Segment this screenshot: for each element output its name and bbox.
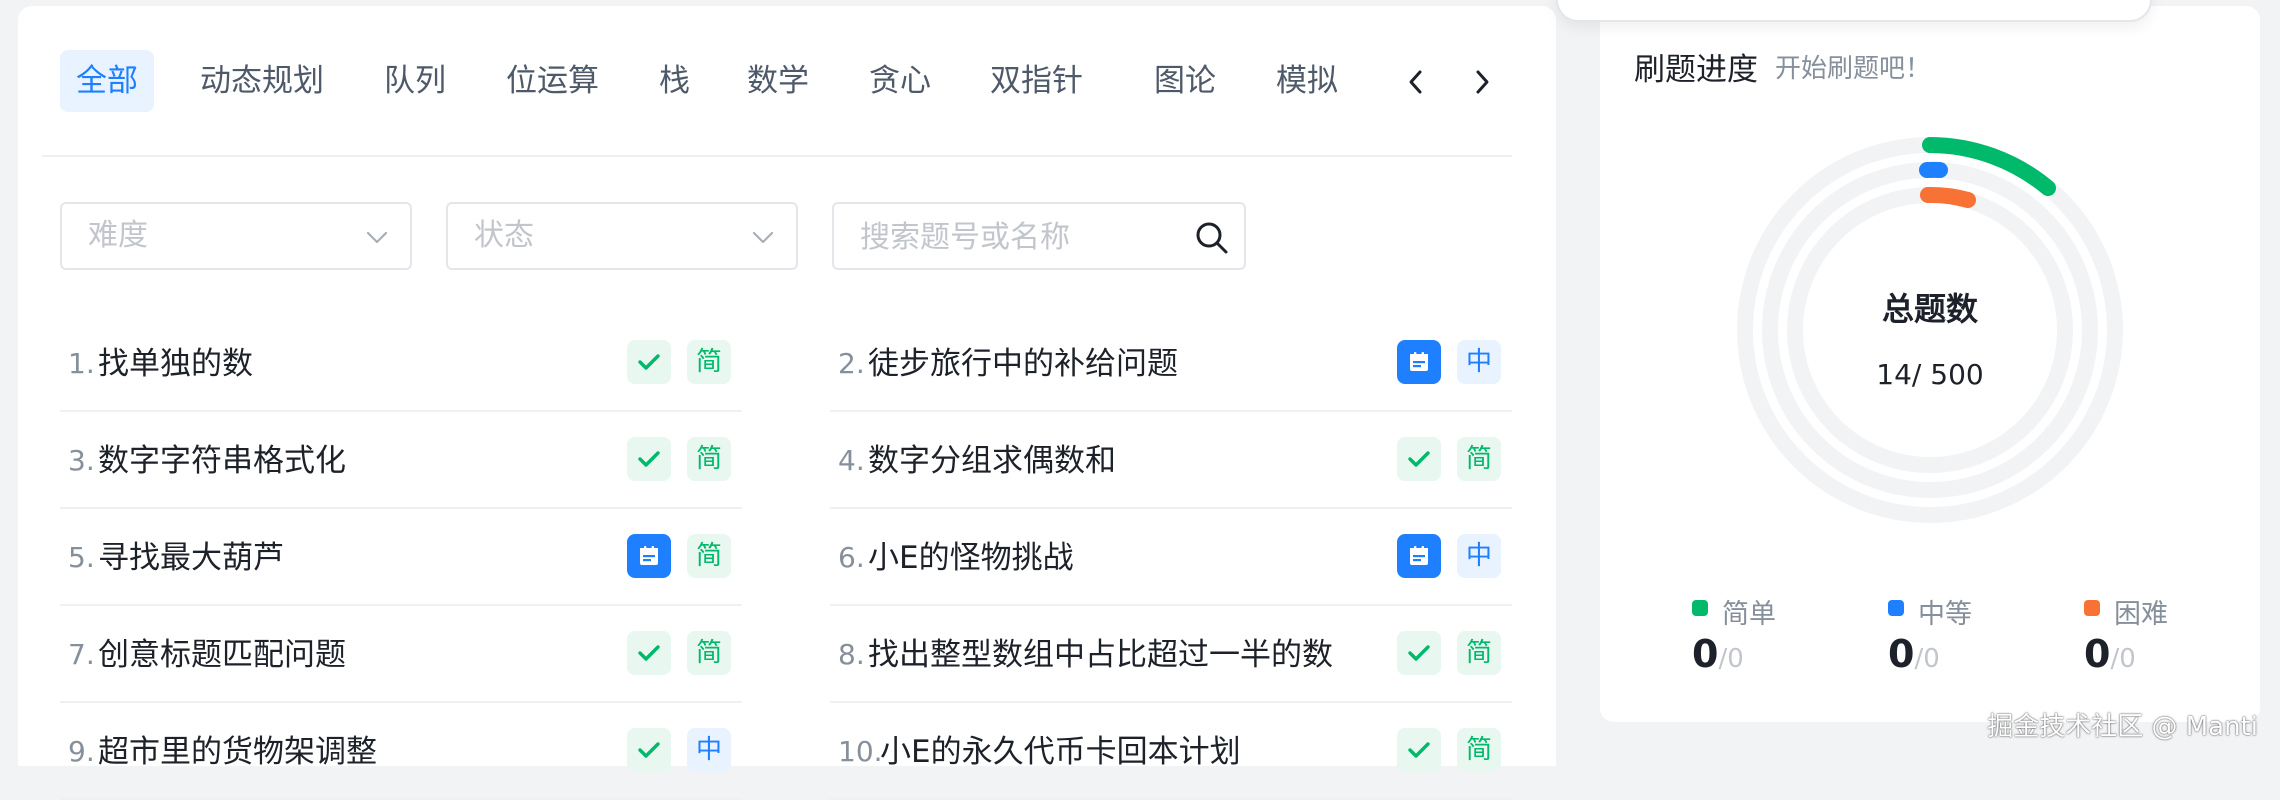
status-placeholder: 状态 bbox=[474, 204, 534, 268]
search-input[interactable] bbox=[858, 212, 1182, 262]
problem-title[interactable]: 创意标题匹配问题 bbox=[98, 607, 346, 703]
ring-track-middle bbox=[1770, 170, 2090, 490]
tab-graph-theory[interactable]: 图论 bbox=[1138, 50, 1232, 112]
chevron-left-icon bbox=[1406, 69, 1426, 95]
check-icon bbox=[627, 340, 671, 384]
category-tabs: 全部 动态规划 队列 位运算 栈 数学 贪心 双指针 图论 模拟 bbox=[42, 42, 1512, 110]
search-box bbox=[832, 202, 1246, 270]
problem-index: 1. bbox=[68, 316, 95, 412]
tab-two-pointers[interactable]: 双指针 bbox=[974, 50, 1099, 112]
difficulty-badge: 简 bbox=[1457, 631, 1501, 675]
calendar-icon bbox=[1397, 534, 1441, 578]
check-icon bbox=[627, 728, 671, 772]
dropdown-popup bbox=[1556, 0, 2152, 22]
problem-title[interactable]: 数字分组求偶数和 bbox=[868, 413, 1116, 509]
problem-index: 3. bbox=[68, 413, 95, 509]
tab-simulation[interactable]: 模拟 bbox=[1260, 50, 1354, 112]
check-icon bbox=[1397, 631, 1441, 675]
problem-title[interactable]: 超市里的货物架调整 bbox=[98, 704, 377, 800]
problem-index: 5. bbox=[68, 510, 95, 606]
problem-title[interactable]: 小E的怪物挑战 bbox=[868, 510, 1074, 606]
problem-index: 2. bbox=[838, 316, 865, 412]
problem-row[interactable]: 8.找出整型数组中占比超过一半的数 简 bbox=[830, 607, 1512, 703]
problem-row[interactable]: 1.找单独的数 简 bbox=[60, 316, 742, 412]
search-icon[interactable] bbox=[1194, 220, 1230, 256]
check-icon bbox=[627, 631, 671, 675]
difficulty-badge: 简 bbox=[687, 437, 731, 481]
stat-value: 0/0 bbox=[2084, 632, 2136, 676]
problem-row[interactable]: 4.数字分组求偶数和 简 bbox=[830, 413, 1512, 509]
stat-label: 困难 bbox=[2114, 592, 2168, 631]
ring-track-inner bbox=[1795, 195, 2065, 465]
hard-color-dot bbox=[2084, 600, 2100, 616]
tab-bit-manipulation[interactable]: 位运算 bbox=[490, 50, 615, 112]
tab-dynamic-programming[interactable]: 动态规划 bbox=[184, 50, 340, 112]
problem-title[interactable]: 找出整型数组中占比超过一半的数 bbox=[868, 607, 1333, 703]
problem-row[interactable]: 7.创意标题匹配问题 简 bbox=[60, 607, 742, 703]
problem-row[interactable]: 9.超市里的货物架调整 中 bbox=[60, 704, 742, 800]
problem-row[interactable]: 3.数字字符串格式化 简 bbox=[60, 413, 742, 509]
tab-all[interactable]: 全部 bbox=[60, 50, 154, 112]
tabs-divider bbox=[42, 155, 1512, 157]
problem-index: 4. bbox=[838, 413, 865, 509]
chevron-down-icon bbox=[750, 224, 776, 250]
problem-index: 9. bbox=[68, 704, 95, 800]
tab-queue[interactable]: 队列 bbox=[368, 50, 462, 112]
status-select[interactable]: 状态 bbox=[446, 202, 798, 270]
difficulty-badge: 简 bbox=[1457, 728, 1501, 772]
difficulty-badge: 简 bbox=[687, 534, 731, 578]
difficulty-placeholder: 难度 bbox=[88, 204, 148, 268]
problem-row[interactable]: 5.寻找最大葫芦 简 bbox=[60, 510, 742, 606]
stat-value: 0/0 bbox=[1692, 632, 1744, 676]
difficulty-select[interactable]: 难度 bbox=[60, 202, 412, 270]
problem-title[interactable]: 徒步旅行中的补给问题 bbox=[868, 316, 1178, 412]
easy-color-dot bbox=[1692, 600, 1708, 616]
tab-math[interactable]: 数学 bbox=[731, 50, 825, 112]
difficulty-badge: 中 bbox=[1457, 534, 1501, 578]
problem-row[interactable]: 6.小E的怪物挑战 中 bbox=[830, 510, 1512, 606]
watermark: 掘金技术社区 @ Manti bbox=[1987, 706, 2258, 743]
problem-title[interactable]: 数字字符串格式化 bbox=[98, 413, 346, 509]
calendar-icon bbox=[1397, 340, 1441, 384]
problem-index: 6. bbox=[838, 510, 865, 606]
difficulty-badge: 简 bbox=[687, 631, 731, 675]
stat-label: 简单 bbox=[1722, 592, 1776, 631]
difficulty-badge: 中 bbox=[1457, 340, 1501, 384]
total-problems-label: 总题数 bbox=[1730, 284, 2130, 330]
problem-title[interactable]: 寻找最大葫芦 bbox=[98, 510, 284, 606]
stat-value: 0/0 bbox=[1888, 632, 1940, 676]
stat-label: 中等 bbox=[1918, 592, 1972, 631]
chevron-down-icon bbox=[364, 224, 390, 250]
problem-row[interactable]: 10.小E的永久代币卡回本计划 简 bbox=[830, 704, 1512, 800]
problem-index: 10. bbox=[838, 704, 883, 800]
problem-row[interactable]: 2.徒步旅行中的补给问题 中 bbox=[830, 316, 1512, 412]
problem-title[interactable]: 小E的永久代币卡回本计划 bbox=[880, 704, 1241, 800]
problem-index: 7. bbox=[68, 607, 95, 703]
tabs-next-button[interactable] bbox=[1462, 60, 1502, 104]
total-problems-value: 14/ 500 bbox=[1730, 358, 2130, 391]
progress-subtitle: 开始刷题吧！ bbox=[1775, 48, 1931, 85]
problem-index: 8. bbox=[838, 607, 865, 703]
problem-title[interactable]: 找单独的数 bbox=[98, 316, 253, 412]
check-icon bbox=[1397, 437, 1441, 481]
ring-arc-hard bbox=[1928, 195, 1968, 200]
calendar-icon bbox=[627, 534, 671, 578]
tab-greedy[interactable]: 贪心 bbox=[853, 50, 947, 112]
chevron-right-icon bbox=[1472, 69, 1492, 95]
difficulty-badge: 中 bbox=[687, 728, 731, 772]
check-icon bbox=[627, 437, 671, 481]
medium-color-dot bbox=[1888, 600, 1904, 616]
tab-stack[interactable]: 栈 bbox=[643, 50, 706, 112]
tabs-prev-button[interactable] bbox=[1396, 60, 1436, 104]
progress-title: 刷题进度 bbox=[1634, 44, 1758, 89]
progress-ring-chart bbox=[1730, 130, 2130, 530]
difficulty-badge: 简 bbox=[687, 340, 731, 384]
check-icon bbox=[1397, 728, 1441, 772]
difficulty-badge: 简 bbox=[1457, 437, 1501, 481]
